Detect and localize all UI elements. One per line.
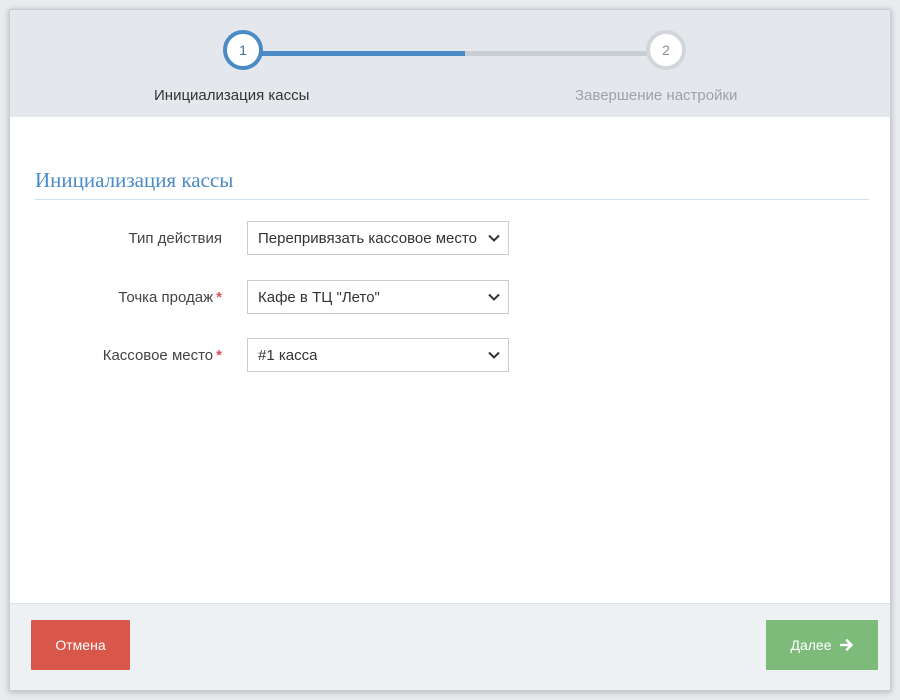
action-type-label: Тип действия bbox=[22, 230, 223, 247]
next-button[interactable]: Далее bbox=[766, 620, 878, 670]
required-marker: * bbox=[216, 347, 222, 364]
wizard-steps: 1 Инициализация кассы 2 Завершение настр… bbox=[10, 10, 890, 117]
chevron-down-icon bbox=[488, 234, 500, 242]
required-marker: * bbox=[216, 289, 222, 306]
step-1-indicator: 1 bbox=[223, 30, 263, 70]
action-type-label-text: Тип действия bbox=[128, 230, 223, 247]
step-1-label: Инициализация кассы bbox=[154, 87, 310, 104]
setup-wizard-dialog: 1 Инициализация кассы 2 Завершение настр… bbox=[9, 9, 891, 691]
section-divider bbox=[35, 199, 869, 200]
step-1-number: 1 bbox=[239, 42, 247, 58]
cash-place-value: #1 касса bbox=[258, 346, 318, 364]
cash-place-label: Кассовое место * bbox=[22, 347, 222, 364]
progress-track-remaining bbox=[465, 51, 657, 56]
progress-track-completed bbox=[253, 51, 465, 56]
next-button-label: Далее bbox=[790, 637, 832, 653]
sales-point-value: Кафе в ТЦ "Лето" bbox=[258, 288, 380, 306]
sales-point-select[interactable]: Кафе в ТЦ "Лето" bbox=[247, 280, 509, 314]
sales-point-label-text: Точка продаж bbox=[118, 289, 214, 306]
section-title: Инициализация кассы bbox=[35, 168, 234, 192]
cancel-button[interactable]: Отмена bbox=[31, 620, 130, 670]
step-2-indicator: 2 bbox=[646, 30, 686, 70]
dialog-footer: Отмена Далее bbox=[10, 603, 890, 690]
arrow-right-icon bbox=[839, 639, 853, 651]
cash-place-label-text: Кассовое место bbox=[102, 347, 214, 364]
action-type-select[interactable]: Перепривязать кассовое место bbox=[247, 221, 509, 255]
chevron-down-icon bbox=[488, 351, 500, 359]
chevron-down-icon bbox=[488, 293, 500, 301]
action-type-value: Перепривязать кассовое место bbox=[258, 229, 477, 247]
step-2-label: Завершение настройки bbox=[575, 87, 738, 104]
sales-point-label: Точка продаж * bbox=[22, 289, 222, 306]
cash-place-select[interactable]: #1 касса bbox=[247, 338, 509, 372]
cancel-button-label: Отмена bbox=[55, 637, 106, 653]
step-2-number: 2 bbox=[662, 42, 670, 58]
